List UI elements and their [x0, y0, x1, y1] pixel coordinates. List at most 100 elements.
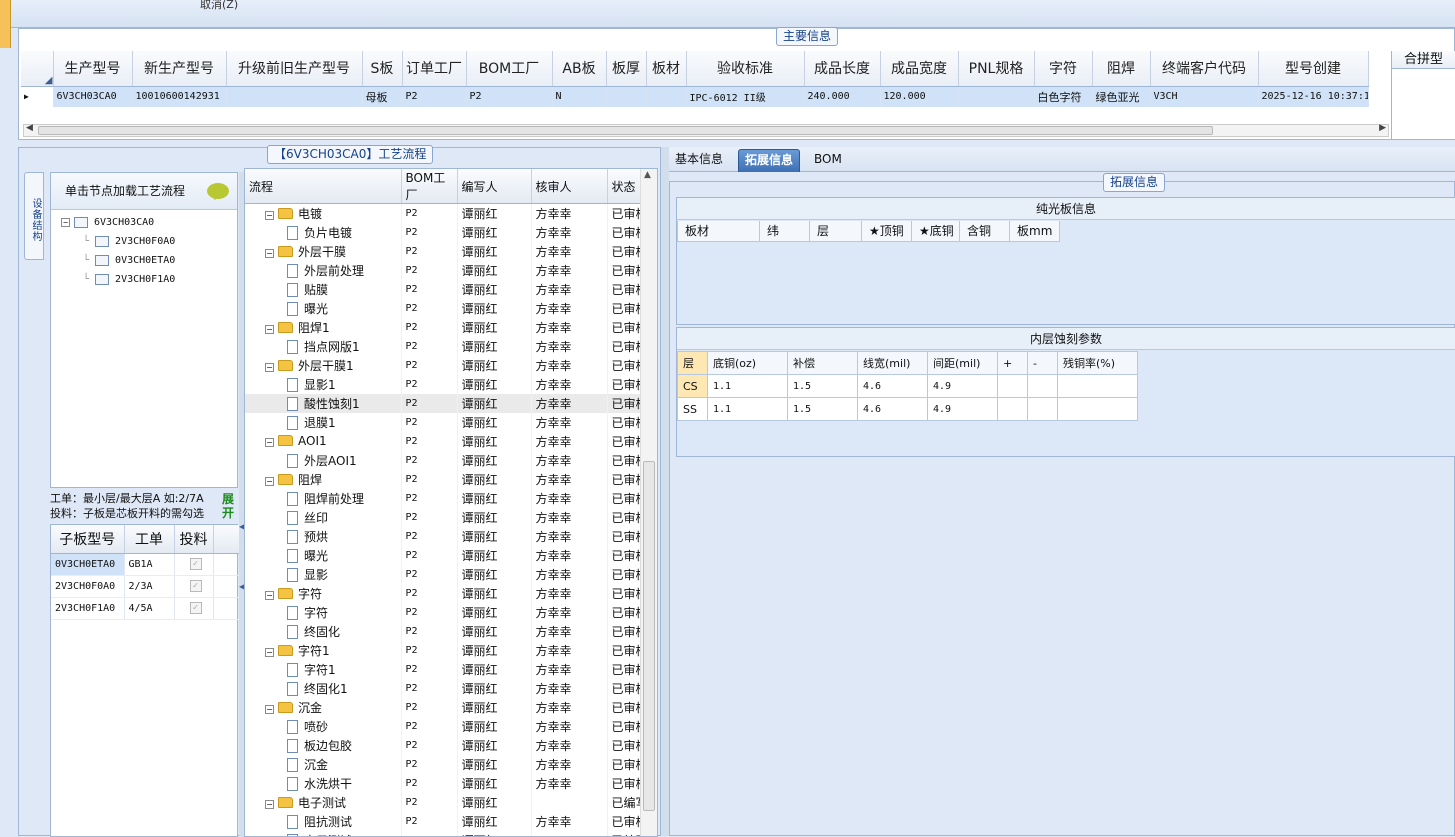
- flow-row[interactable]: −阻焊1P2谭丽红方幸幸已审核: [245, 318, 641, 337]
- flow-column-header[interactable]: 编写人: [457, 169, 531, 204]
- column-header[interactable]: 生产型号: [53, 51, 132, 86]
- flow-row[interactable]: 显影P2谭丽红方幸幸已审核: [245, 565, 641, 584]
- flow-row[interactable]: −外层干膜1P2谭丽红方幸幸已审核: [245, 356, 641, 375]
- flow-step-cell[interactable]: 字符: [245, 603, 401, 622]
- flow-step-cell[interactable]: −字符1: [245, 641, 401, 660]
- sub-board-row[interactable]: 2V3CH0F1A04/5A ✓: [51, 597, 239, 619]
- sub-board-row[interactable]: 0V3CH0ETA0GB1A✓: [51, 553, 239, 575]
- flow-row[interactable]: 显影1P2谭丽红方幸幸已审核: [245, 375, 641, 394]
- grid-cell[interactable]: 120.000: [880, 86, 958, 107]
- column-header[interactable]: S板: [362, 51, 402, 86]
- column-header[interactable]: 字符: [1034, 51, 1092, 86]
- grid-cell[interactable]: 白色字符: [1034, 86, 1092, 107]
- feed-checkbox[interactable]: ✓: [190, 580, 202, 592]
- grid-cell[interactable]: [958, 86, 1034, 107]
- flow-step-cell[interactable]: −外层干膜1: [245, 356, 401, 375]
- flow-row[interactable]: 喷砂P2谭丽红方幸幸已审核: [245, 717, 641, 736]
- collapse-icon[interactable]: −: [265, 325, 274, 334]
- flow-row[interactable]: 预烘P2谭丽红方幸幸已审核: [245, 527, 641, 546]
- flow-step-cell[interactable]: 沉金: [245, 755, 401, 774]
- grid-cell[interactable]: 240.000: [804, 86, 880, 107]
- flow-row[interactable]: 板边包胶P2谭丽红方幸幸已审核: [245, 736, 641, 755]
- scroll-thumb[interactable]: [38, 126, 1213, 135]
- flow-row[interactable]: 丝印P2谭丽红方幸幸已审核: [245, 508, 641, 527]
- collapse-icon[interactable]: −: [265, 211, 274, 220]
- grid-cell[interactable]: 绿色亚光: [1092, 86, 1150, 107]
- flow-row[interactable]: 负片电镀P2谭丽红方幸幸已审核: [245, 223, 641, 242]
- tab-extended-info[interactable]: 拓展信息: [738, 149, 800, 172]
- flow-step-cell[interactable]: 预烘: [245, 527, 401, 546]
- flow-row[interactable]: −电镀P2谭丽红方幸幸已审核: [245, 204, 641, 223]
- sub-board-order[interactable]: GB1A: [124, 553, 174, 575]
- flow-row[interactable]: 阻抗测试P2谭丽红方幸幸已审核: [245, 812, 641, 831]
- sub-board-row[interactable]: 2V3CH0F0A02/3A✓: [51, 575, 239, 597]
- flow-row[interactable]: −阻焊P2谭丽红方幸幸已审核: [245, 470, 641, 489]
- collapse-icon[interactable]: −: [265, 800, 274, 809]
- flow-row[interactable]: 沉金P2谭丽红方幸幸已审核: [245, 755, 641, 774]
- column-header[interactable]: 成品长度: [804, 51, 880, 86]
- flow-step-cell[interactable]: 电子测试: [245, 831, 401, 837]
- column-header[interactable]: 终端客户代码: [1150, 51, 1258, 86]
- flow-column-header[interactable]: 流程: [245, 169, 401, 204]
- inner-etch-row[interactable]: SS1.11.54.64.9: [678, 398, 1138, 421]
- main-info-row[interactable]: ▶6V3CH03CA010010600142931母板P2P2NIPC-6012…: [21, 86, 1368, 107]
- inner-etch-cell[interactable]: 4.6: [858, 375, 928, 398]
- grid-cell[interactable]: [606, 86, 646, 107]
- sub-board-model[interactable]: 2V3CH0F1A0: [51, 597, 124, 619]
- flow-row[interactable]: 终固化P2谭丽红方幸幸已审核: [245, 622, 641, 641]
- flow-row[interactable]: 阻焊前处理P2谭丽红方幸幸已审核: [245, 489, 641, 508]
- sub-column-header[interactable]: 工单: [124, 525, 174, 553]
- flow-step-cell[interactable]: 显影: [245, 565, 401, 584]
- flow-row[interactable]: 字符P2谭丽红方幸幸已审核: [245, 603, 641, 622]
- column-header[interactable]: 阻焊: [1092, 51, 1150, 86]
- flow-row[interactable]: 字符1P2谭丽红方幸幸已审核: [245, 660, 641, 679]
- collapse-icon[interactable]: −: [265, 363, 274, 372]
- grid-cell[interactable]: [646, 86, 686, 107]
- feed-checkbox-cell[interactable]: ✓: [174, 597, 213, 619]
- grid-cell[interactable]: 10010600142931: [132, 86, 226, 107]
- grid-cell[interactable]: P2: [466, 86, 552, 107]
- flow-row[interactable]: −沉金P2谭丽红方幸幸已审核: [245, 698, 641, 717]
- vertical-scrollbar[interactable]: ▲: [640, 169, 657, 837]
- column-header[interactable]: 新生产型号: [132, 51, 226, 86]
- grid-cell[interactable]: 6V3CH03CA0: [53, 86, 132, 107]
- cancel-button[interactable]: 取消(Z): [200, 0, 238, 12]
- collapse-icon[interactable]: −: [61, 218, 70, 227]
- tree-root-node[interactable]: −6V3CH03CA0: [61, 213, 237, 232]
- inner-etch-cell[interactable]: 1.1: [708, 375, 788, 398]
- flow-step-cell[interactable]: 贴膜: [245, 280, 401, 299]
- collapse-icon[interactable]: −: [265, 591, 274, 600]
- flow-step-cell[interactable]: 退膜1: [245, 413, 401, 432]
- tab-equipment-structure[interactable]: 设备结构: [24, 172, 44, 260]
- expand-button[interactable]: 展开: [219, 492, 237, 522]
- flow-step-cell[interactable]: −字符: [245, 584, 401, 603]
- flow-step-cell[interactable]: 终固化: [245, 622, 401, 641]
- scroll-thumb[interactable]: [643, 461, 655, 811]
- inner-etch-cell[interactable]: 1.1: [708, 398, 788, 421]
- flow-column-header[interactable]: BOM工厂: [401, 169, 457, 204]
- inner-etch-cell[interactable]: [998, 398, 1028, 421]
- scroll-left-icon[interactable]: ◀: [26, 123, 33, 133]
- column-header[interactable]: 订单工厂: [402, 51, 466, 86]
- feed-checkbox[interactable]: ✓: [190, 602, 202, 614]
- sub-column-header[interactable]: 投料: [174, 525, 213, 553]
- inner-etch-row[interactable]: CS1.11.54.64.9: [678, 375, 1138, 398]
- flow-row[interactable]: 贴膜P2谭丽红方幸幸已审核: [245, 280, 641, 299]
- flow-step-cell[interactable]: 水洗烘干: [245, 774, 401, 793]
- flow-row[interactable]: 曝光P2谭丽红方幸幸已审核: [245, 299, 641, 318]
- inner-etch-cell[interactable]: [1058, 375, 1138, 398]
- column-header[interactable]: PNL规格: [958, 51, 1034, 86]
- flow-step-cell[interactable]: −沉金: [245, 698, 401, 717]
- column-header[interactable]: AB板: [552, 51, 606, 86]
- tab-basic-info[interactable]: 基本信息: [669, 149, 729, 172]
- collapse-icon[interactable]: −: [265, 477, 274, 486]
- comment-bubble-icon[interactable]: [207, 183, 229, 199]
- flow-step-cell[interactable]: −AOI1: [245, 432, 401, 451]
- flow-row[interactable]: −外层干膜P2谭丽红方幸幸已审核: [245, 242, 641, 261]
- flow-row[interactable]: 电子测试P2谭丽红已编写: [245, 831, 641, 837]
- sub-board-order[interactable]: 4/5A: [124, 597, 174, 619]
- sub-column-header[interactable]: 子板型号: [51, 525, 124, 553]
- inner-etch-cell[interactable]: [1028, 398, 1058, 421]
- flow-step-cell[interactable]: 曝光: [245, 299, 401, 318]
- flow-row[interactable]: −电子测试P2谭丽红已编写: [245, 793, 641, 812]
